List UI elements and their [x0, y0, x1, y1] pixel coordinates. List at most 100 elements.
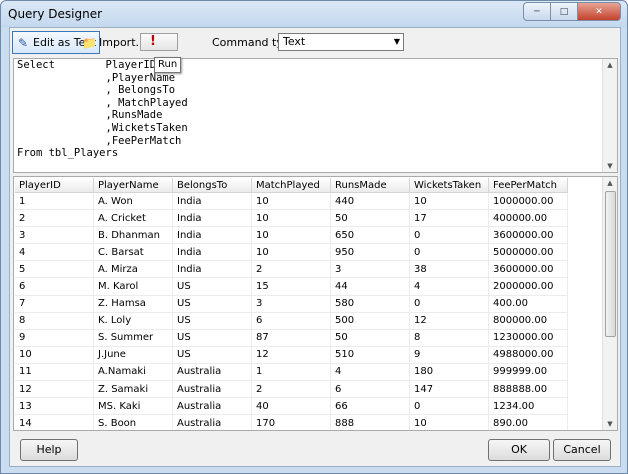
table-cell[interactable]: 650 [330, 226, 410, 245]
table-cell[interactable]: US [172, 312, 252, 330]
table-cell[interactable]: 6 [15, 277, 94, 296]
table-cell[interactable]: 3600000.00 [488, 260, 568, 279]
table-cell[interactable]: 0 [409, 226, 489, 245]
table-row[interactable]: 1 A. Won India 10 440 10 1000000.00 [15, 192, 568, 211]
table-cell[interactable]: India [172, 209, 252, 228]
scroll-up-icon[interactable]: ▲ [603, 177, 617, 189]
ok-button[interactable]: OK [488, 439, 550, 461]
table-cell[interactable]: 5 [15, 260, 94, 279]
table-cell[interactable]: India [172, 192, 252, 211]
table-cell[interactable]: 50 [330, 329, 410, 347]
table-row[interactable]: 3 B. Dhanman India 10 650 0 3600000.00 [15, 226, 568, 245]
table-cell[interactable]: 9 [409, 346, 489, 364]
table-cell[interactable]: 2 [251, 260, 331, 279]
table-cell[interactable]: 400000.00 [488, 209, 568, 228]
table-cell[interactable]: 400.00 [488, 295, 568, 313]
table-cell[interactable]: 1000000.00 [488, 192, 568, 211]
column-header[interactable]: MatchPlayed [251, 178, 331, 193]
column-header[interactable]: PlayerID [15, 178, 94, 193]
table-cell[interactable]: 180 [409, 363, 489, 382]
table-cell[interactable]: 510 [330, 346, 410, 364]
table-cell[interactable]: 800000.00 [488, 312, 568, 330]
table-cell[interactable]: 5000000.00 [488, 243, 568, 262]
table-cell[interactable]: 999999.00 [488, 363, 568, 382]
table-cell[interactable]: 1 [251, 363, 331, 382]
table-row[interactable]: 7 Z. Hamsa US 3 580 0 400.00 [15, 295, 568, 313]
table-cell[interactable]: 10 [409, 414, 489, 430]
table-cell[interactable]: 9 [15, 329, 94, 347]
table-cell[interactable]: K. Loly [93, 312, 173, 330]
table-row[interactable]: 8 K. Loly US 6 500 12 800000.00 [15, 312, 568, 330]
table-cell[interactable]: MS. Kaki [93, 397, 173, 416]
table-cell[interactable]: 10 [409, 192, 489, 211]
table-cell[interactable]: S. Boon [93, 414, 173, 430]
table-cell[interactable]: A. Won [93, 192, 173, 211]
scroll-up-icon[interactable]: ▲ [603, 59, 617, 71]
scroll-thumb[interactable] [605, 191, 616, 337]
table-cell[interactable]: 170 [251, 414, 331, 430]
table-cell[interactable]: 890.00 [488, 414, 568, 430]
table-cell[interactable]: C. Barsat [93, 243, 173, 262]
sql-scrollbar[interactable]: ▲ ▼ [602, 59, 617, 172]
table-cell[interactable]: 950 [330, 243, 410, 262]
table-cell[interactable]: 4988000.00 [488, 346, 568, 364]
table-cell[interactable]: 12 [409, 312, 489, 330]
table-cell[interactable]: 1 [15, 192, 94, 211]
table-row[interactable]: 9 S. Summer US 87 50 8 1230000.00 [15, 329, 568, 347]
table-cell[interactable]: US [172, 346, 252, 364]
command-type-select[interactable]: Text ▼ [278, 33, 404, 51]
table-cell[interactable]: 14 [15, 414, 94, 430]
table-row[interactable]: 13 MS. Kaki Australia 40 66 0 1234.00 [15, 397, 568, 416]
table-cell[interactable]: 3600000.00 [488, 226, 568, 245]
column-header[interactable]: RunsMade [330, 178, 410, 193]
table-cell[interactable]: 8 [409, 329, 489, 347]
table-row[interactable]: 6 M. Karol US 15 44 4 2000000.00 [15, 277, 568, 296]
table-cell[interactable]: 38 [409, 260, 489, 279]
table-cell[interactable]: 0 [409, 397, 489, 416]
table-cell[interactable]: 10 [251, 226, 331, 245]
table-cell[interactable]: 147 [409, 380, 489, 399]
column-header[interactable]: PlayerName [93, 178, 173, 193]
scroll-down-icon[interactable]: ▼ [603, 160, 617, 172]
table-cell[interactable]: Australia [172, 414, 252, 430]
table-cell[interactable]: US [172, 277, 252, 296]
table-cell[interactable]: 17 [409, 209, 489, 228]
column-header[interactable]: FeePerMatch [488, 178, 568, 193]
table-cell[interactable]: J.June [93, 346, 173, 364]
help-button[interactable]: Help [20, 439, 78, 461]
table-cell[interactable]: US [172, 295, 252, 313]
table-cell[interactable]: 3 [251, 295, 331, 313]
table-cell[interactable]: 2 [15, 209, 94, 228]
table-row[interactable]: 10 J.June US 12 510 9 4988000.00 [15, 346, 568, 364]
grid-scrollbar[interactable]: ▲ ▼ [602, 177, 617, 430]
table-cell[interactable]: 50 [330, 209, 410, 228]
table-cell[interactable]: 3 [330, 260, 410, 279]
table-cell[interactable]: A. Mirza [93, 260, 173, 279]
table-row[interactable]: 14 S. Boon Australia 170 888 10 890.00 [15, 414, 568, 430]
table-cell[interactable]: 12 [251, 346, 331, 364]
table-cell[interactable]: B. Dhanman [93, 226, 173, 245]
table-cell[interactable]: 580 [330, 295, 410, 313]
table-cell[interactable]: 2000000.00 [488, 277, 568, 296]
table-cell[interactable]: M. Karol [93, 277, 173, 296]
table-cell[interactable]: 6 [330, 380, 410, 399]
table-cell[interactable]: 1234.00 [488, 397, 568, 416]
sql-editor[interactable]: Select PlayerID ,PlayerName , BelongsTo … [13, 58, 618, 173]
table-cell[interactable]: India [172, 260, 252, 279]
cancel-button[interactable]: Cancel [553, 439, 611, 461]
table-cell[interactable]: 66 [330, 397, 410, 416]
table-cell[interactable]: 888888.00 [488, 380, 568, 399]
table-cell[interactable]: India [172, 226, 252, 245]
table-cell[interactable]: 500 [330, 312, 410, 330]
table-cell[interactable]: 11 [15, 363, 94, 382]
table-cell[interactable]: A. Cricket [93, 209, 173, 228]
table-cell[interactable]: Australia [172, 397, 252, 416]
table-cell[interactable]: 6 [251, 312, 331, 330]
table-cell[interactable]: 12 [15, 380, 94, 399]
table-cell[interactable]: 40 [251, 397, 331, 416]
column-header[interactable]: BelongsTo [172, 178, 252, 193]
table-cell[interactable]: 8 [15, 312, 94, 330]
table-cell[interactable]: 440 [330, 192, 410, 211]
table-cell[interactable]: 2 [251, 380, 331, 399]
table-row[interactable]: 4 C. Barsat India 10 950 0 5000000.00 [15, 243, 568, 262]
